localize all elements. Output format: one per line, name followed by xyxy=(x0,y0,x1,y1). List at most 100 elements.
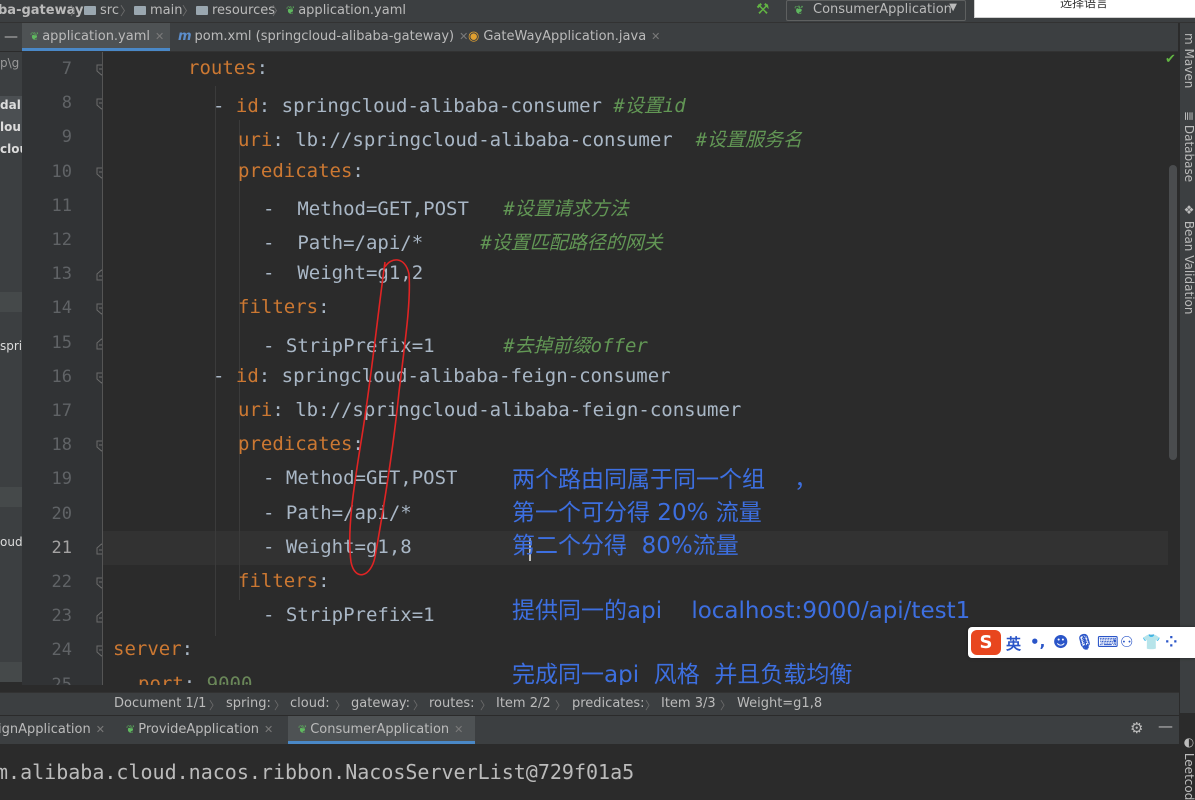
database-tool-button[interactable]: ≣ Database xyxy=(1182,111,1195,182)
breadcrumb-item[interactable]: Item 2/2 xyxy=(496,696,551,711)
collapse-icon[interactable]: — xyxy=(0,23,22,51)
bean-validation-icon: ❖ xyxy=(1182,203,1195,221)
breadcrumb-item[interactable]: gateway: xyxy=(351,696,410,711)
chevron-right-icon: 〉 xyxy=(413,699,424,712)
fold-close-icon[interactable] xyxy=(96,611,103,623)
fold-open-icon[interactable] xyxy=(96,167,103,179)
right-tool-strip: m Maven ≣ Database ❖ Bean Validation ◐ L… xyxy=(1179,23,1195,800)
breadcrumb-item[interactable]: Weight=g1,8 xyxy=(737,696,822,711)
project-tree-item[interactable]: clou xyxy=(0,142,22,156)
code-editor[interactable]: routes: - id: springcloud-alibaba-consume… xyxy=(103,52,1168,685)
fold-open-icon[interactable] xyxy=(96,303,103,316)
skin-shirt-icon[interactable]: 👕 xyxy=(1142,633,1161,651)
breadcrumb-item[interactable]: Document 1/1 xyxy=(114,696,206,711)
spring-leaf-icon: ❦ xyxy=(126,723,136,736)
annotation-line-4: 提供同一的api localhost:9000/api/test1 xyxy=(512,598,971,624)
tab-gateway-application-java[interactable]: ◉ GateWayApplication.java ✕ xyxy=(468,23,660,51)
gear-icon[interactable]: ⚙ xyxy=(1130,719,1143,737)
editor-scrollbar[interactable] xyxy=(1169,165,1177,460)
emoji-icon[interactable]: ☻ xyxy=(1053,633,1069,651)
maven-tool-button[interactable]: m Maven xyxy=(1182,33,1195,88)
chevron-right-icon: 〉 xyxy=(272,4,285,18)
chevron-right-icon: 〉 xyxy=(182,4,195,18)
ime-toolbar[interactable]: S 英 •, ☻ 🎙 ⌨ ⚇ 👕 ⁘ xyxy=(968,627,1195,658)
line-number: 17 xyxy=(51,401,72,421)
close-icon[interactable]: ✕ xyxy=(454,723,463,736)
fold-open-icon[interactable] xyxy=(96,645,103,658)
breadcrumb-item[interactable]: predicates: xyxy=(572,696,645,711)
chevron-right-icon: 〉 xyxy=(335,699,346,712)
fold-open-icon[interactable] xyxy=(96,372,103,384)
breadcrumb-item[interactable]: routes: xyxy=(429,696,475,711)
nav-crumb-file[interactable]: ❦ application.yaml xyxy=(286,3,406,18)
close-icon[interactable]: ✕ xyxy=(96,723,105,736)
close-icon[interactable]: ✕ xyxy=(155,30,164,43)
breadcrumb-item[interactable]: cloud: xyxy=(290,696,330,711)
annotation-line-2: 第一个可分得 20% 流量 xyxy=(512,500,762,526)
line-number: 20 xyxy=(51,503,72,524)
yaml-breadcrumb-bar: Document 1/1 〉 spring: 〉 cloud: 〉 gatewa… xyxy=(0,692,1179,715)
close-icon[interactable]: ✕ xyxy=(651,30,660,43)
annotation-line-1: 两个路由同属于同一个组 ， xyxy=(512,467,818,493)
line-number: 24 xyxy=(51,640,72,661)
nav-crumb-resources[interactable]: resources xyxy=(196,3,275,18)
minimize-icon[interactable]: — xyxy=(1158,717,1173,735)
close-icon[interactable]: ✕ xyxy=(459,30,468,43)
nav-crumb-main[interactable]: main xyxy=(134,3,182,18)
microphone-icon[interactable]: 🎙 xyxy=(1075,633,1094,651)
bean-validation-tool-button[interactable]: ❖ Bean Validation xyxy=(1182,203,1195,314)
line-number: 15 xyxy=(51,332,72,353)
database-icon: ≣ xyxy=(1182,111,1195,125)
project-tree-item[interactable]: dal xyxy=(0,98,21,112)
maven-icon: m xyxy=(178,29,192,44)
breadcrumb-item[interactable]: spring: xyxy=(226,696,271,711)
annotation-line-5: 完成同一api 风格 并且负载均衡 xyxy=(512,662,853,685)
line-number: 10 xyxy=(51,161,72,182)
line-number: 7 xyxy=(61,59,72,79)
resources-folder-icon xyxy=(196,6,208,15)
run-tab-consumer-application[interactable]: ❦ ConsumerApplication ✕ xyxy=(288,716,476,744)
fold-open-icon[interactable] xyxy=(96,577,103,589)
run-tab-bar: ignApplication ✕ ❦ ProvideApplication ✕ ❦ Co… xyxy=(0,715,1179,744)
fold-close-icon[interactable] xyxy=(96,269,103,281)
run-configuration-select[interactable]: ❦ ConsumerApplication ▼ xyxy=(786,0,966,21)
keyboard-icon[interactable]: ⌨ xyxy=(1097,633,1119,651)
project-tree-item[interactable]: spri xyxy=(0,339,22,353)
inspection-ok-icon[interactable]: ✔ xyxy=(1165,52,1176,67)
punctuation-icon[interactable]: •, xyxy=(1030,633,1045,651)
fold-close-icon[interactable] xyxy=(96,543,103,555)
fold-open-icon[interactable] xyxy=(96,98,103,110)
line-number: 11 xyxy=(51,195,72,216)
fold-close-icon[interactable] xyxy=(96,337,103,350)
project-tree-item[interactable]: p\g xyxy=(0,56,19,70)
run-console[interactable]: m.alibaba.cloud.nacos.ribbon.NacosServer… xyxy=(0,744,1179,796)
editor-tab-bar: ❦ application.yaml ✕ m pom.xml (springcloud… xyxy=(22,23,1178,52)
ime-mode-toggle[interactable]: 英 xyxy=(1006,633,1021,654)
fold-open-icon[interactable] xyxy=(96,64,103,76)
breadcrumb-item[interactable]: Item 3/3 xyxy=(661,696,716,711)
tab-pom-xml[interactable]: m pom.xml (springcloud-alibaba-gateway) ✕ xyxy=(178,23,468,51)
project-tree-item[interactable]: lou xyxy=(0,120,21,134)
close-icon[interactable]: ✕ xyxy=(264,723,273,736)
leetcode-tool-button[interactable]: ◐ Leetcod xyxy=(1182,735,1195,800)
chevron-right-icon: 〉 xyxy=(70,4,83,18)
sogou-logo-icon: S xyxy=(971,630,1001,655)
run-tab-provide-application[interactable]: ❦ ProvideApplication ✕ xyxy=(126,716,273,744)
language-select-popup[interactable]: 选择语言 xyxy=(974,0,1195,18)
line-number: 25 xyxy=(51,674,72,685)
line-number: 8 xyxy=(61,93,72,114)
project-tree-item[interactable]: oud xyxy=(0,535,22,549)
fold-open-icon[interactable] xyxy=(96,440,103,452)
nav-crumb-src[interactable]: src xyxy=(84,3,119,18)
java-class-icon: ◉ xyxy=(468,29,480,44)
chevron-right-icon: 〉 xyxy=(720,699,731,712)
spring-leaf-icon: ❦ xyxy=(286,4,296,17)
leetcode-icon: ◐ xyxy=(1182,735,1195,753)
line-number: 16 xyxy=(51,366,72,387)
console-output-line: m.alibaba.cloud.nacos.ribbon.NacosServer… xyxy=(0,760,635,784)
user-icon[interactable]: ⚇ xyxy=(1120,633,1133,651)
toolbox-grid-icon[interactable]: ⁘ xyxy=(1165,633,1178,651)
tab-application-yaml[interactable]: ❦ application.yaml ✕ xyxy=(22,23,170,51)
build-hammer-icon[interactable]: ⚒ xyxy=(756,0,769,18)
run-tab-feign-application[interactable]: ignApplication ✕ xyxy=(0,716,105,744)
